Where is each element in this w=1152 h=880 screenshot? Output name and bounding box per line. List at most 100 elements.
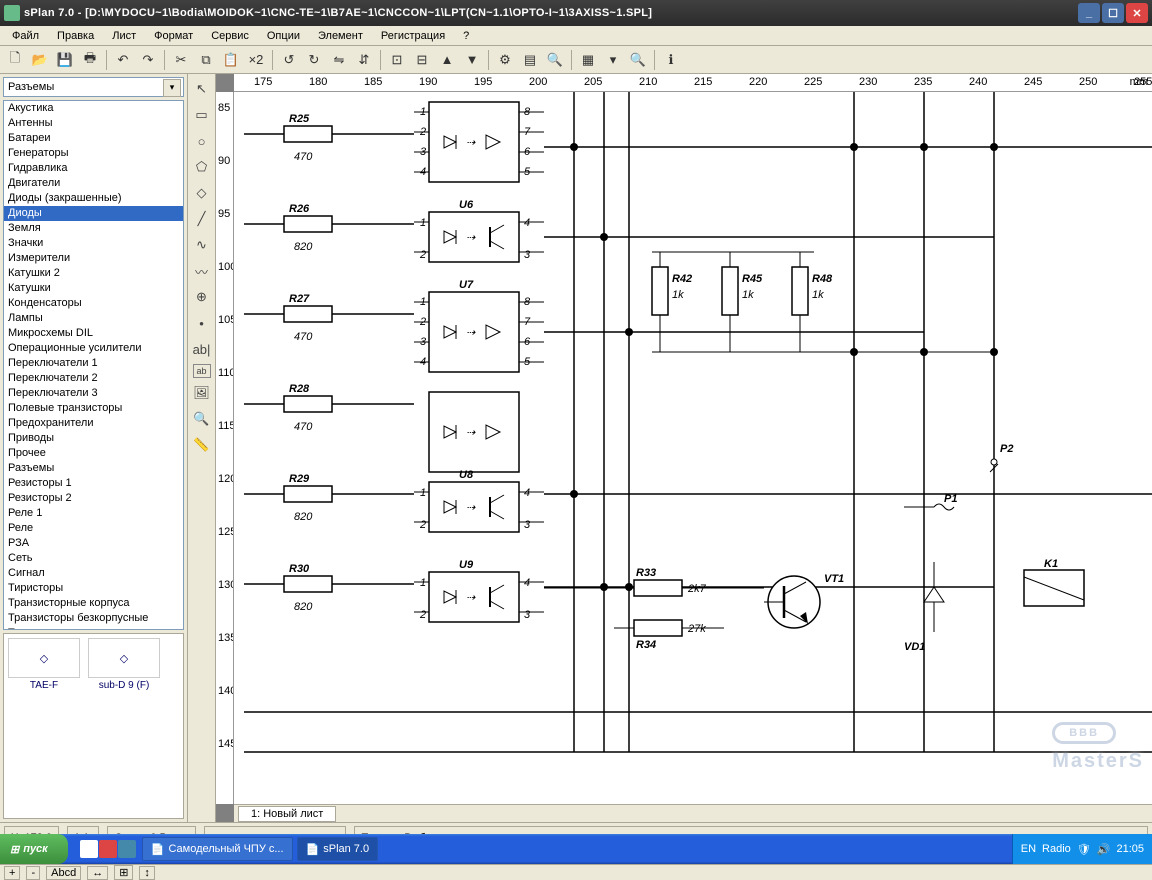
dropdown-icon[interactable]: ▾ bbox=[602, 49, 624, 71]
lib-item[interactable]: Операционные усилители bbox=[4, 341, 183, 356]
bottom-btn[interactable]: - bbox=[26, 866, 40, 880]
measure-icon[interactable]: 📏 bbox=[191, 434, 213, 456]
sheet-tab[interactable]: 1: Новый лист bbox=[238, 806, 336, 822]
redo-icon[interactable]: ↷ bbox=[137, 49, 159, 71]
lib-item[interactable]: Двигатели bbox=[4, 176, 183, 191]
preview-item[interactable]: ◇TAE-F bbox=[8, 638, 80, 691]
lib-item[interactable]: Катушки bbox=[4, 281, 183, 296]
preview-item[interactable]: ◇sub-D 9 (F) bbox=[88, 638, 160, 691]
lib-item[interactable]: Конденсаторы bbox=[4, 296, 183, 311]
lib-item[interactable]: Диоды bbox=[4, 206, 183, 221]
lib-item[interactable]: Генераторы bbox=[4, 146, 183, 161]
bottom-btn[interactable]: ↕ bbox=[139, 866, 155, 880]
lib-item[interactable]: Значки bbox=[4, 236, 183, 251]
ungroup-icon[interactable]: ⊟ bbox=[411, 49, 433, 71]
pointer-icon[interactable]: ↖ bbox=[191, 78, 213, 100]
text-icon[interactable]: ab| bbox=[191, 338, 213, 360]
paste-icon[interactable]: 📋 bbox=[220, 49, 242, 71]
group-icon[interactable]: ⊡ bbox=[386, 49, 408, 71]
lib-item[interactable]: Антенны bbox=[4, 116, 183, 131]
bottom-btn[interactable]: ⊞ bbox=[114, 865, 133, 880]
ql-icon[interactable] bbox=[99, 840, 117, 858]
lib-item[interactable]: Земля bbox=[4, 221, 183, 236]
lib-item[interactable]: Транзисторные корпуса bbox=[4, 596, 183, 611]
menu-Опции[interactable]: Опции bbox=[259, 28, 308, 44]
menu-Регистрация[interactable]: Регистрация bbox=[373, 28, 453, 44]
new-icon[interactable]: 🗋 bbox=[4, 49, 26, 71]
menu-Формат[interactable]: Формат bbox=[146, 28, 201, 44]
lib-item[interactable]: Лампы bbox=[4, 311, 183, 326]
grid-icon[interactable]: ▦ bbox=[577, 49, 599, 71]
system-tray[interactable]: EN Radio 🛡 🔊 21:05 bbox=[1012, 834, 1152, 864]
lib-item[interactable]: Акустика bbox=[4, 101, 183, 116]
ql-icon[interactable] bbox=[118, 840, 136, 858]
start-button[interactable]: ⊞пуск bbox=[0, 834, 68, 864]
menu-Лист[interactable]: Лист bbox=[104, 28, 144, 44]
flip-h-icon[interactable]: ⇋ bbox=[328, 49, 350, 71]
lib-item[interactable]: Гидравлика bbox=[4, 161, 183, 176]
bezier-icon[interactable]: 〰 bbox=[191, 260, 213, 282]
bottom-btn[interactable]: + bbox=[4, 866, 20, 880]
minimize-button[interactable]: _ bbox=[1078, 3, 1100, 23]
save-icon[interactable]: 💾 bbox=[54, 49, 76, 71]
cut-icon[interactable]: ✂ bbox=[170, 49, 192, 71]
lib-item[interactable]: Сеть bbox=[4, 551, 183, 566]
lib-item[interactable]: Переключатели 1 bbox=[4, 356, 183, 371]
lib-item[interactable]: Переключатели 2 bbox=[4, 371, 183, 386]
menu-Правка[interactable]: Правка bbox=[49, 28, 102, 44]
copy-icon[interactable]: ⧉ bbox=[195, 49, 217, 71]
node-icon[interactable]: ⊕ bbox=[191, 286, 213, 308]
lib-item[interactable]: Приводы bbox=[4, 431, 183, 446]
dup-icon[interactable]: ×2 bbox=[245, 49, 267, 71]
lib-item[interactable]: Катушки 2 bbox=[4, 266, 183, 281]
undo-icon[interactable]: ↶ bbox=[112, 49, 134, 71]
tray-icon[interactable]: 🛡 bbox=[1077, 843, 1091, 856]
rotate-r-icon[interactable]: ↻ bbox=[303, 49, 325, 71]
lib-item[interactable]: Транзисторы bbox=[4, 626, 183, 630]
lib-item[interactable]: Прочее bbox=[4, 446, 183, 461]
lib-item[interactable]: РЗА bbox=[4, 536, 183, 551]
lib-item[interactable]: Предохранители bbox=[4, 416, 183, 431]
lib-item[interactable]: Разъемы bbox=[4, 461, 183, 476]
menu-Файл[interactable]: Файл bbox=[4, 28, 47, 44]
lib-item[interactable]: Реле bbox=[4, 521, 183, 536]
magnify-icon[interactable]: 🔍 bbox=[191, 408, 213, 430]
zoom-icon[interactable]: 🔍 bbox=[627, 49, 649, 71]
line-icon[interactable]: ╱ bbox=[191, 208, 213, 230]
menu-?[interactable]: ? bbox=[455, 28, 477, 44]
lib-item[interactable]: Измерители bbox=[4, 251, 183, 266]
label-icon[interactable]: ab bbox=[193, 364, 211, 378]
library-combo[interactable]: Разъемы bbox=[3, 77, 184, 97]
open-icon[interactable]: 📂 bbox=[29, 49, 51, 71]
poly-icon[interactable]: ⬠ bbox=[191, 156, 213, 178]
volume-icon[interactable]: 🔊 bbox=[1097, 843, 1111, 856]
maximize-button[interactable]: ☐ bbox=[1102, 3, 1124, 23]
help-icon[interactable]: ℹ bbox=[660, 49, 682, 71]
ql-icon[interactable] bbox=[80, 840, 98, 858]
lib-item[interactable]: Сигнал bbox=[4, 566, 183, 581]
lib-item[interactable]: Резисторы 1 bbox=[4, 476, 183, 491]
lib-item[interactable]: Резисторы 2 bbox=[4, 491, 183, 506]
rotate-l-icon[interactable]: ↺ bbox=[278, 49, 300, 71]
lib-item[interactable]: Полевые транзисторы bbox=[4, 401, 183, 416]
lib-item[interactable]: Батареи bbox=[4, 131, 183, 146]
lib-item[interactable]: Микросхемы DIL bbox=[4, 326, 183, 341]
lib-item[interactable]: Переключатели 3 bbox=[4, 386, 183, 401]
bottom-btn[interactable]: ↔ bbox=[87, 866, 108, 880]
component-icon[interactable]: ⚙ bbox=[494, 49, 516, 71]
rect-icon[interactable]: ▭ bbox=[191, 104, 213, 126]
print-icon[interactable]: 🖶 bbox=[79, 49, 101, 71]
lib-item[interactable]: Диоды (закрашенные) bbox=[4, 191, 183, 206]
shape-icon[interactable]: ◇ bbox=[191, 182, 213, 204]
menu-Элемент[interactable]: Элемент bbox=[310, 28, 371, 44]
lib-item[interactable]: Реле 1 bbox=[4, 506, 183, 521]
front-icon[interactable]: ▲ bbox=[436, 49, 458, 71]
find-icon[interactable]: 🔍 bbox=[544, 49, 566, 71]
library-list[interactable]: АкустикаАнтенныБатареиГенераторыГидравли… bbox=[3, 100, 184, 630]
flip-v-icon[interactable]: ⇵ bbox=[353, 49, 375, 71]
dot-icon[interactable]: • bbox=[191, 312, 213, 334]
menu-Сервис[interactable]: Сервис bbox=[203, 28, 257, 44]
lib-item[interactable]: Тиристоры bbox=[4, 581, 183, 596]
taskbar-item[interactable]: 📄Самодельный ЧПУ с... bbox=[142, 837, 293, 861]
lib-item[interactable]: Транзисторы безкорпусные bbox=[4, 611, 183, 626]
